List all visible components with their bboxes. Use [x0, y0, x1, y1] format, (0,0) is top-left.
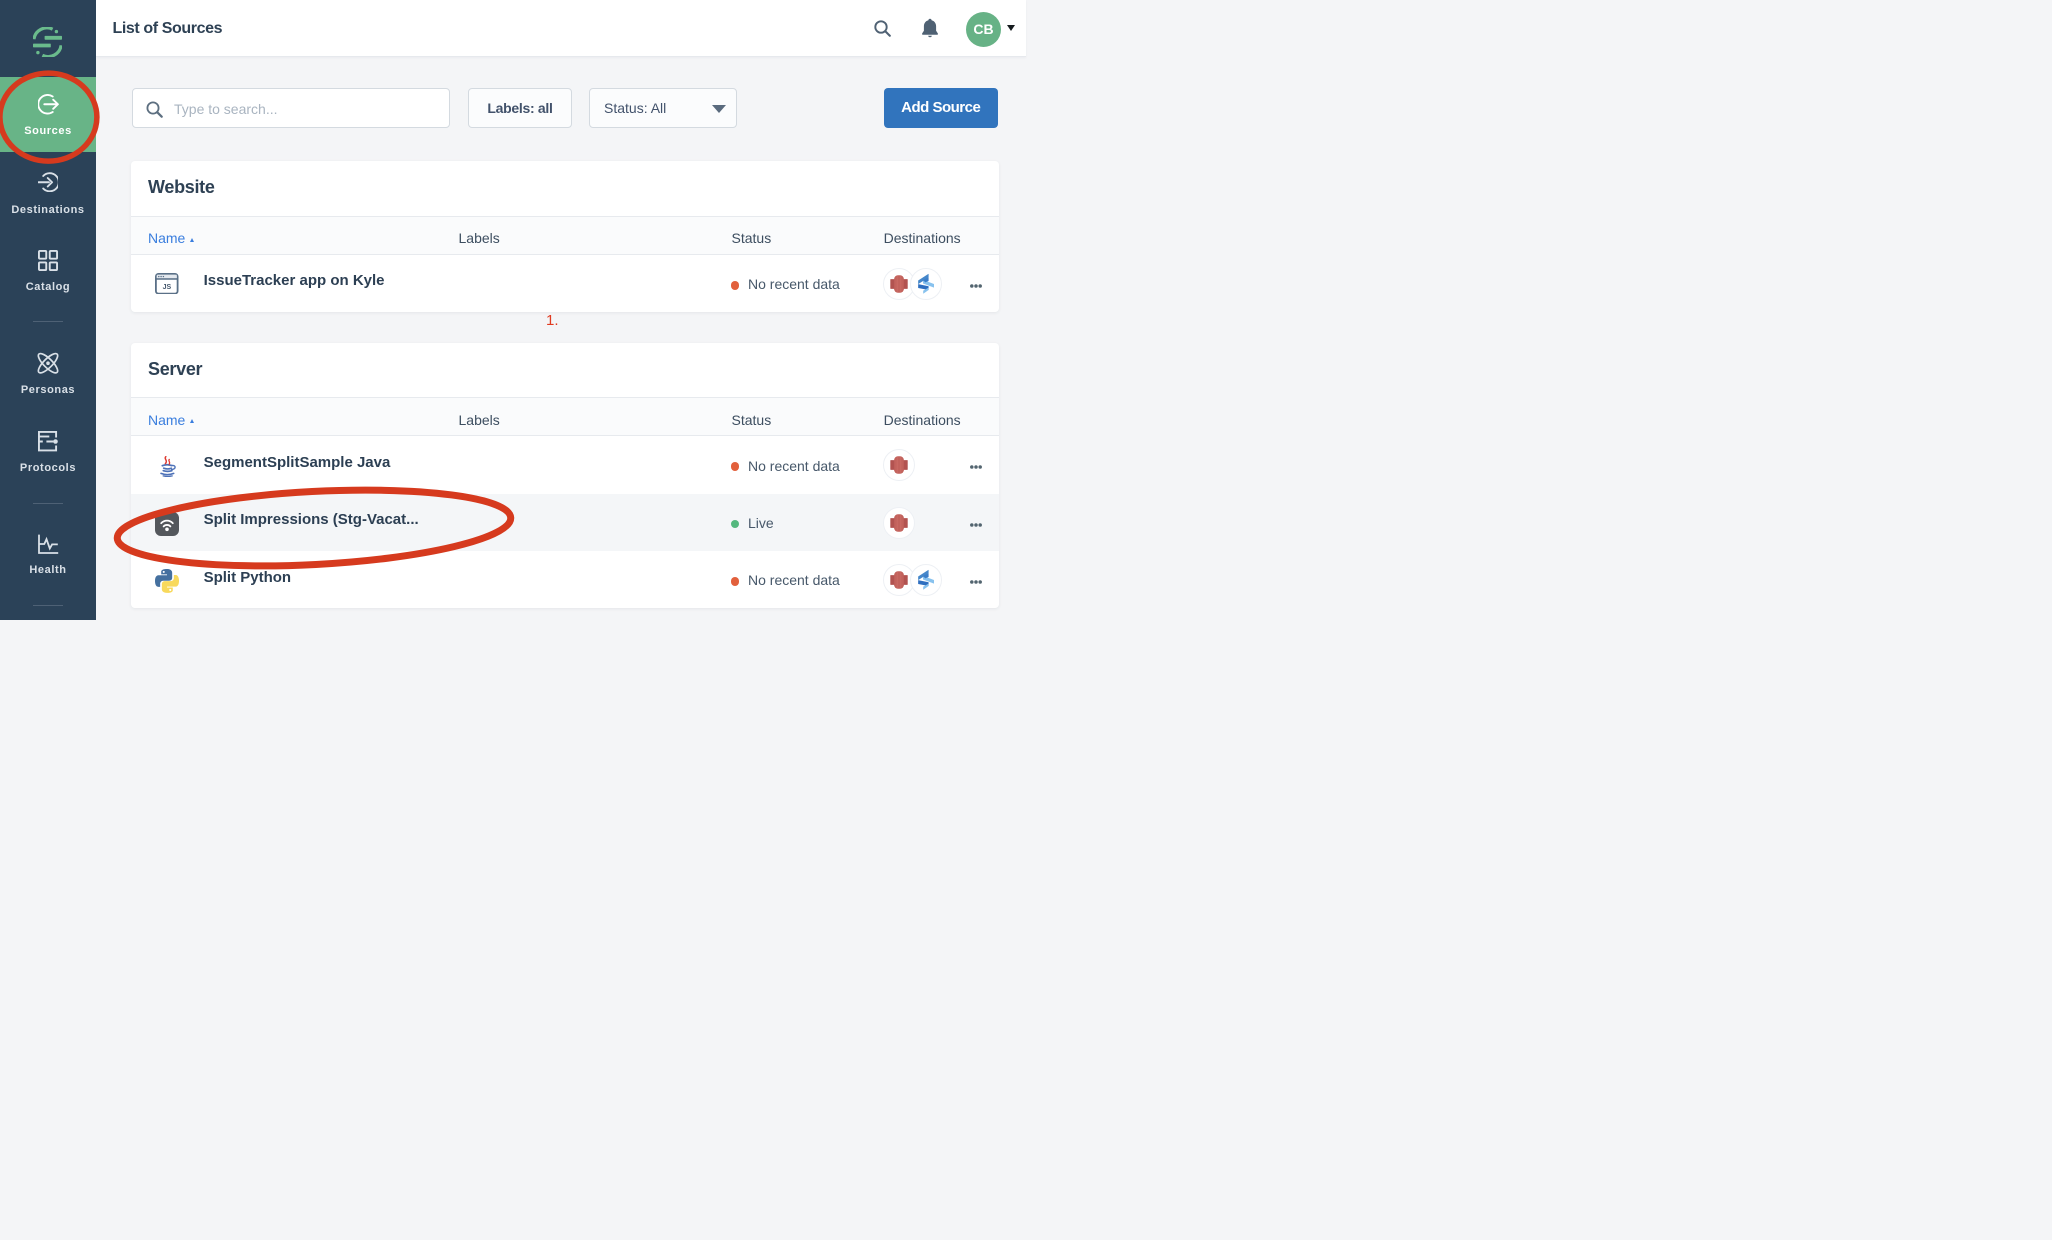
svg-text:JS: JS — [163, 284, 172, 291]
